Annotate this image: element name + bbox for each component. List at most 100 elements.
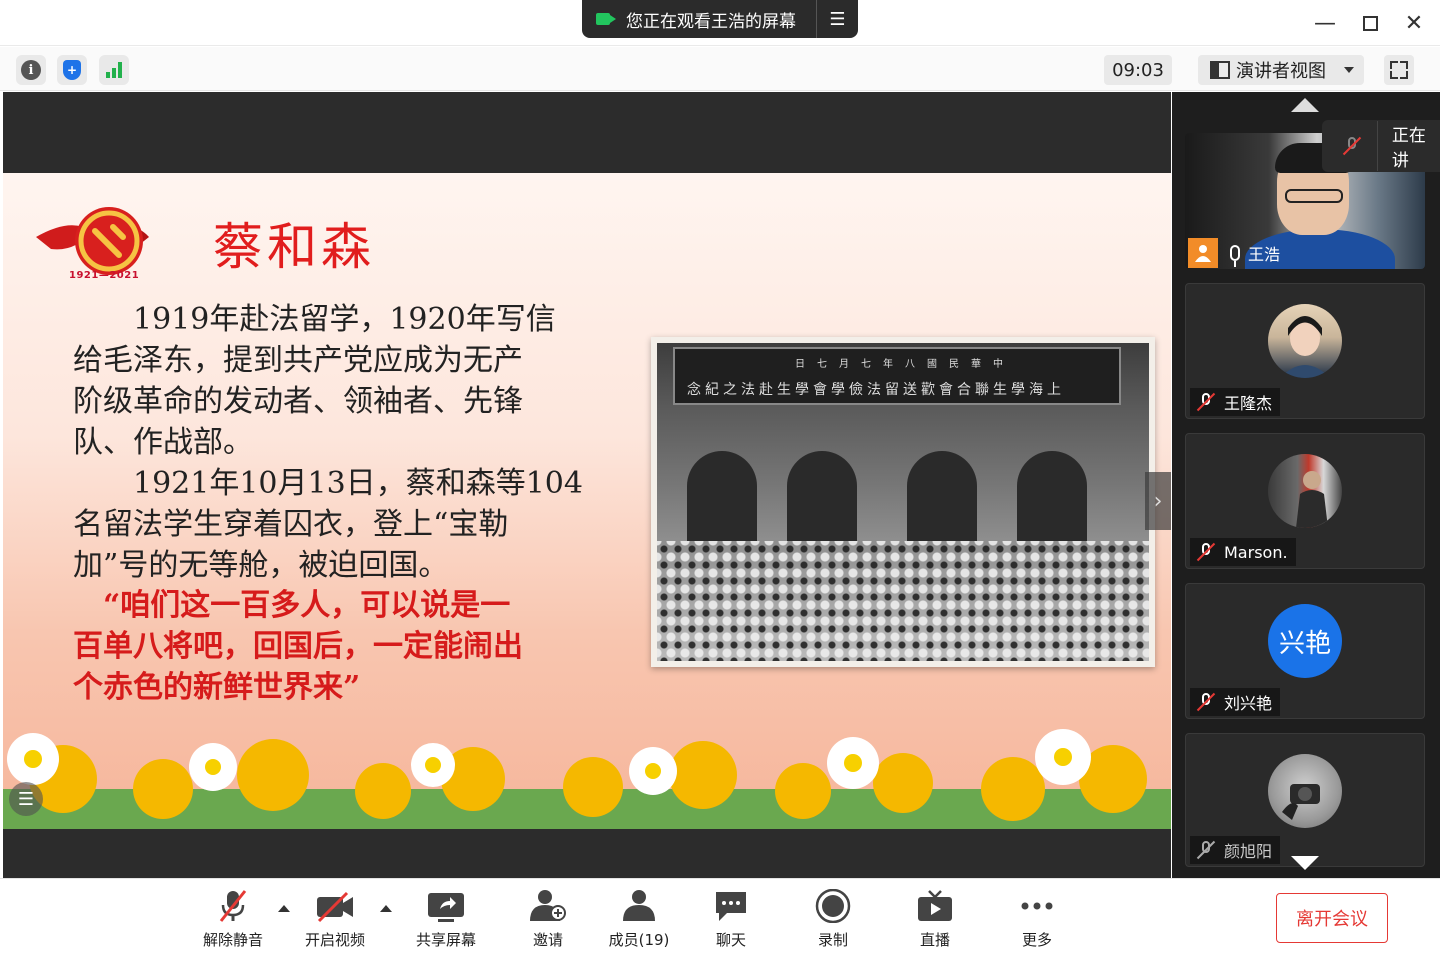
- meeting-toolbar: i + 09:03 演讲者视图: [0, 47, 1440, 91]
- title-bar: 您正在观看王浩的屏幕 ☰ — ✕: [0, 0, 1440, 46]
- fullscreen-icon[interactable]: [1384, 55, 1414, 85]
- mic-muted-icon: [215, 889, 251, 923]
- record-label: 录制: [817, 931, 848, 949]
- invite-label: 邀请: [532, 931, 563, 949]
- members-icon: [621, 889, 657, 923]
- video-tile-participant[interactable]: 王隆杰: [1185, 283, 1425, 419]
- text-line: 1921年10月13日，蔡和森等104: [73, 466, 583, 501]
- view-mode-label: 演讲者视图: [1236, 61, 1326, 82]
- text-line: 阶级革命的发动者、领袖者、先锋: [73, 384, 523, 419]
- historical-photo: 日七月七年八國民華中 念紀之法赴生學會學儉法留送歡會合聯生學海上: [651, 337, 1155, 667]
- shield-icon[interactable]: +: [57, 55, 87, 85]
- leave-meeting-button[interactable]: 离开会议: [1276, 893, 1388, 943]
- live-stream-button[interactable]: 直播: [890, 889, 980, 951]
- record-button[interactable]: 录制: [788, 888, 878, 951]
- participant-name: 王隆杰: [1224, 394, 1273, 413]
- mic-muted-icon: [1196, 392, 1216, 412]
- unmute-label: 解除静音: [202, 931, 263, 949]
- camera-off-icon: [317, 889, 353, 923]
- signal-icon[interactable]: [99, 55, 129, 85]
- avatar: [1268, 304, 1342, 378]
- speaking-indicator: 正在讲: [1322, 120, 1440, 172]
- video-options-caret-icon[interactable]: [380, 905, 392, 912]
- avatar: 兴艳: [1268, 604, 1342, 678]
- screen-share-icon: [596, 13, 616, 25]
- photo-banner-top-text: 日七月七年八國民華中: [795, 359, 1015, 370]
- avatar: [1268, 454, 1342, 528]
- chevron-down-icon: [1344, 67, 1354, 73]
- add-user-icon: [530, 889, 566, 923]
- share-screen-label: 共享屏幕: [415, 931, 476, 949]
- participant-name: 颜旭阳: [1224, 842, 1273, 861]
- next-slide-arrow-icon[interactable]: ›: [1145, 472, 1171, 530]
- live-stream-icon: [917, 889, 953, 923]
- participant-namebar: 王隆杰: [1190, 388, 1281, 416]
- share-screen-button[interactable]: 共享屏幕: [401, 889, 491, 951]
- chat-label: 聊天: [715, 931, 746, 949]
- participant-namebar: 刘兴艳: [1190, 688, 1281, 716]
- shared-screen-area[interactable]: 1921—2021 蔡和森 1919年赴法留学，1920年写信 给毛泽东，提到共…: [3, 92, 1171, 878]
- more-dots-icon: [1019, 889, 1055, 923]
- host-icon: [1188, 238, 1218, 268]
- video-tile-participant[interactable]: Marson.: [1185, 433, 1425, 569]
- speaker-view-icon: [1210, 61, 1230, 79]
- live-stream-label: 直播: [919, 931, 950, 949]
- text-line: 1919年赴法留学，1920年写信: [73, 302, 556, 337]
- speaking-label: 正在讲: [1391, 126, 1426, 171]
- meeting-controls-bar: 解除静音 开启视频 共享屏幕 邀请 成员(19) 聊天 录制 直播 更多 离开会…: [0, 878, 1440, 960]
- text-line: 队、作战部。: [73, 425, 253, 460]
- mic-muted-icon: [1196, 542, 1216, 562]
- chat-icon: [713, 889, 749, 923]
- participant-name: Marson.: [1224, 542, 1288, 562]
- screen-share-banner[interactable]: 您正在观看王浩的屏幕 ☰: [582, 0, 858, 38]
- mic-muted-icon: [1196, 692, 1216, 712]
- text-line: 给毛泽东，提到共产党应成为无产: [73, 343, 523, 378]
- participant-namebar: 颜旭阳: [1190, 836, 1281, 864]
- photo-banner: 日七月七年八國民華中 念紀之法赴生學會學儉法留送歡會合聯生學海上: [673, 347, 1121, 405]
- microphone-icon: [1230, 245, 1240, 267]
- record-icon: [815, 888, 851, 924]
- photo-banner-main-text: 念紀之法赴生學會學儉法留送歡會合聯生學海上: [687, 382, 1065, 398]
- audio-options-caret-icon[interactable]: [278, 905, 290, 912]
- unmute-button[interactable]: 解除静音: [188, 889, 278, 951]
- meeting-timer: 09:03: [1104, 55, 1172, 85]
- close-icon[interactable]: ✕: [1399, 8, 1429, 38]
- mic-muted-icon: [1342, 136, 1362, 156]
- text-line: “咱们这一百多人，可以说是一: [73, 588, 511, 623]
- text-line: 百单八将吧，回国后，一定能闹出: [73, 629, 523, 664]
- more-button[interactable]: 更多: [992, 889, 1082, 951]
- slide-paragraph-1: 1919年赴法留学，1920年写信 给毛泽东，提到共产党应成为无产 阶级革命的发…: [73, 299, 613, 463]
- crowd-image: [657, 541, 1149, 661]
- presentation-slide: 1921—2021 蔡和森 1919年赴法留学，1920年写信 给毛泽东，提到共…: [3, 173, 1171, 829]
- text-line: 加”号的无等舱，被迫回国。: [73, 548, 449, 583]
- meeting-window: 您正在观看王浩的屏幕 ☰ — ✕ i + 09:03 演讲者视图 1921—20…: [0, 0, 1440, 960]
- maximize-icon[interactable]: [1355, 8, 1385, 38]
- minimize-icon[interactable]: —: [1310, 8, 1340, 38]
- video-tile-participant[interactable]: 颜旭阳: [1185, 733, 1425, 867]
- scroll-up-icon[interactable]: [1291, 98, 1319, 112]
- members-label: 成员(19): [608, 931, 670, 949]
- mic-muted-icon: [1196, 840, 1216, 860]
- view-mode-dropdown[interactable]: 演讲者视图: [1198, 55, 1364, 85]
- slide-menu-icon[interactable]: ☰: [9, 782, 43, 816]
- members-button[interactable]: 成员(19): [594, 889, 684, 951]
- video-tile-participant[interactable]: 兴艳 刘兴艳: [1185, 583, 1425, 719]
- emblem-year: 1921—2021: [69, 270, 140, 281]
- invite-button[interactable]: 邀请: [503, 889, 593, 951]
- active-speaker-namebar: 王浩: [1188, 238, 1280, 268]
- participant-name: 王浩: [1248, 245, 1281, 264]
- participant-namebar: Marson.: [1190, 538, 1296, 566]
- flower-decoration: [3, 729, 1171, 829]
- slide-paragraph-2: 1921年10月13日，蔡和森等104 名留法学生穿着囚衣，登上“宝勒 加”号的…: [73, 463, 613, 586]
- share-screen-icon: [428, 889, 464, 923]
- text-line: 名留法学生穿着囚衣，登上“宝勒: [73, 507, 509, 542]
- chat-button[interactable]: 聊天: [686, 889, 776, 951]
- scroll-down-icon[interactable]: [1291, 856, 1319, 870]
- sharing-banner-text: 您正在观看王浩的屏幕: [626, 11, 796, 32]
- list-menu-icon[interactable]: ☰: [816, 0, 858, 38]
- start-video-label: 开启视频: [304, 931, 365, 949]
- start-video-button[interactable]: 开启视频: [290, 889, 380, 951]
- info-icon[interactable]: i: [16, 55, 46, 85]
- participant-name: 刘兴艳: [1224, 694, 1273, 713]
- more-label: 更多: [1021, 931, 1052, 949]
